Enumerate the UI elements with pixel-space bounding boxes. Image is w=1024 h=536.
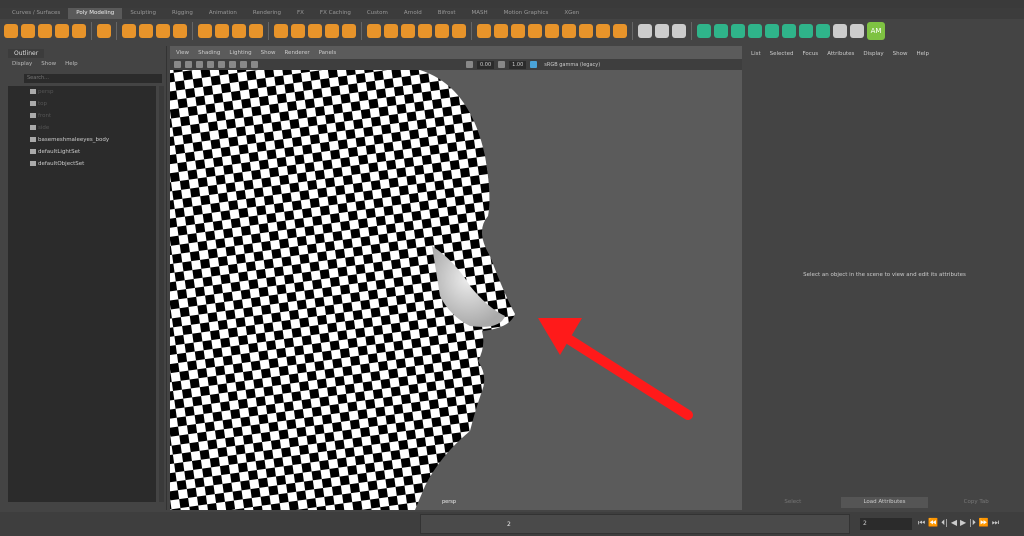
playback-button[interactable]: |⏵ [969, 518, 976, 528]
attribute-menu-item[interactable]: Selected [770, 51, 794, 57]
attribute-menu-item[interactable]: Help [916, 51, 929, 57]
current-frame-label: 2 [507, 521, 511, 528]
attribute-editor: List Selected Focus Attributes Display Show He… [745, 46, 1024, 510]
playback-button[interactable]: ⏭ [992, 518, 999, 528]
copy-tab-button[interactable]: Copy Tab [932, 497, 1021, 508]
playback-controls: ⏮ ⏪ ⏴| ◀ ▶ |⏵ ⏩ ⏭ [918, 518, 999, 528]
attribute-menu-item[interactable]: List [751, 51, 761, 57]
playback-button[interactable]: ▶ [960, 518, 966, 528]
playback-button[interactable]: ⏪ [928, 518, 938, 528]
attribute-menu-item[interactable]: Focus [802, 51, 818, 57]
playback-button[interactable]: ⏴| [941, 518, 948, 528]
range-slider[interactable]: 2 [420, 514, 850, 534]
load-attributes-button[interactable]: Load Attributes [840, 497, 929, 508]
attribute-editor-menu: List Selected Focus Attributes Display Show He… [751, 51, 929, 57]
attribute-menu-item[interactable]: Show [893, 51, 908, 57]
attribute-menu-item[interactable]: Attributes [827, 51, 854, 57]
attribute-editor-buttons: Select Load Attributes Copy Tab [745, 497, 1024, 508]
playback-button[interactable]: ⏮ [918, 518, 925, 528]
attribute-editor-message: Select an object in the scene to view an… [803, 272, 966, 278]
select-button[interactable]: Select [749, 497, 837, 508]
time-slider-bar: 2 2 ⏮ ⏪ ⏴| ◀ ▶ |⏵ ⏩ ⏭ [0, 512, 1024, 536]
playback-button[interactable]: ◀ [951, 518, 957, 528]
current-frame-field[interactable]: 2 [860, 518, 912, 530]
playback-button[interactable]: ⏩ [979, 518, 989, 528]
attribute-menu-item[interactable]: Display [863, 51, 883, 57]
